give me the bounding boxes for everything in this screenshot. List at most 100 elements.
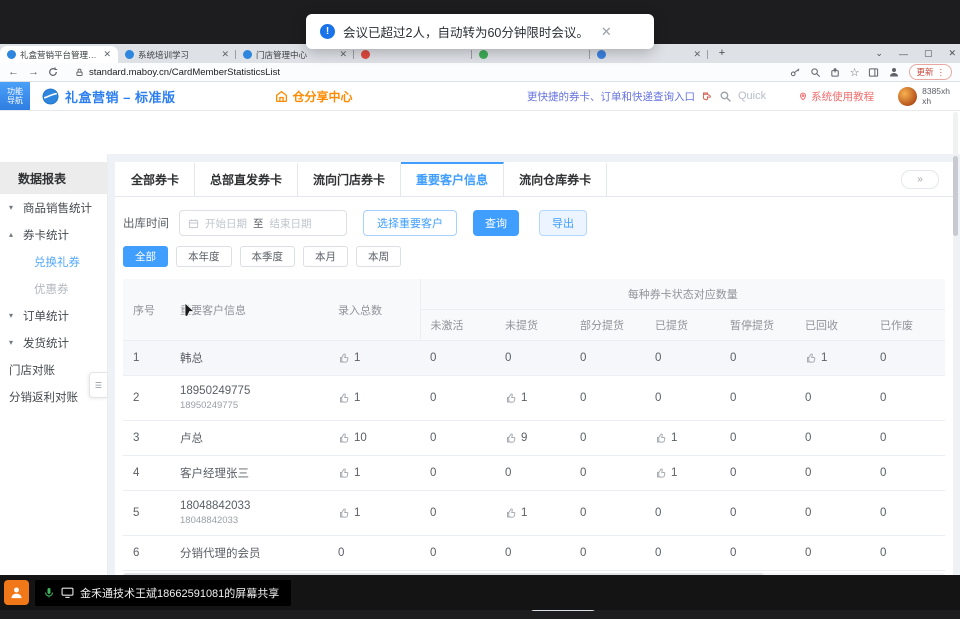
app-logo-icon <box>42 88 59 105</box>
tab-search-icon[interactable]: ⌄ <box>875 48 883 59</box>
cell-total: 1 <box>328 341 420 376</box>
hand-link-icon[interactable] <box>338 467 350 479</box>
content-tab-4[interactable]: 流向仓库券卡 <box>504 162 607 196</box>
quick-filter-3[interactable]: 本月 <box>303 246 348 267</box>
maximize-icon[interactable]: ▢ <box>924 48 933 59</box>
cell-customer: 分销代理的会员 <box>170 536 328 571</box>
table-row-6[interactable]: 6分销代理的会员00000000 <box>123 536 945 571</box>
share-icon[interactable] <box>830 67 841 78</box>
table-row-5[interactable]: 5180488420331804884203310100000 <box>123 491 945 536</box>
export-button[interactable]: 导出 <box>539 210 587 236</box>
table-row-7[interactable]: 7唐总2018101000 <box>123 571 945 572</box>
quick-filter-1[interactable]: 本年度 <box>176 246 232 267</box>
col-status-4: 暂停提货 <box>720 310 795 341</box>
customer-name[interactable]: 18048842033 <box>180 500 318 512</box>
hand-link-icon[interactable] <box>338 392 350 404</box>
cell-status-6: 0 <box>870 491 945 536</box>
hand-link-icon[interactable] <box>805 352 817 364</box>
app-title: 礼盒营销 – 标准版 <box>65 87 175 106</box>
vertical-scrollbar-thumb[interactable] <box>953 156 958 236</box>
cell-status-2: 0 <box>570 376 645 421</box>
table-row-3[interactable]: 3卢总100901000 <box>123 421 945 456</box>
quick-filter-0[interactable]: 全部 <box>123 246 168 267</box>
toolbar-actions: ☆ 更新 ⋮ <box>790 64 952 80</box>
new-tab-button[interactable]: + <box>714 46 730 62</box>
tab-close-icon[interactable]: ✕ <box>103 50 111 59</box>
cell-status-4: 0 <box>720 571 795 572</box>
content-tab-1[interactable]: 总部直发券卡 <box>195 162 298 196</box>
expand-button[interactable]: » <box>901 170 939 189</box>
customer-name[interactable]: 18950249775 <box>180 385 318 397</box>
share-center-link[interactable]: 仓分享中心 <box>275 88 352 105</box>
quick-entry-text[interactable]: 更快捷的券卡、订单和快递查询入口 <box>527 89 695 104</box>
back-icon[interactable]: ← <box>8 67 19 78</box>
customer-name[interactable]: 分销代理的会员 <box>180 545 318 561</box>
reload-icon[interactable] <box>48 67 58 77</box>
tab-close-icon[interactable]: ✕ <box>693 50 701 59</box>
key-icon[interactable] <box>790 67 801 78</box>
content-tab-2[interactable]: 流向门店券卡 <box>298 162 401 196</box>
quick-filter-2[interactable]: 本季度 <box>240 246 296 267</box>
vertical-scrollbar[interactable] <box>953 112 958 571</box>
address-bar[interactable]: standard.maboy.cn/CardMemberStatisticsLi… <box>75 67 781 78</box>
url-text: standard.maboy.cn/CardMemberStatisticsLi… <box>89 67 280 78</box>
table-row-2[interactable]: 2189502497751895024977510100000 <box>123 376 945 421</box>
tab-close-icon[interactable]: ✕ <box>339 50 347 59</box>
customer-name[interactable]: 韩总 <box>180 350 318 366</box>
function-nav-toggle[interactable]: 功能导航 <box>0 82 30 110</box>
user-menu[interactable]: 8385xhxh <box>898 86 950 106</box>
profile-icon[interactable] <box>888 66 900 78</box>
sidebar-item-3[interactable]: 优惠券 <box>0 275 107 302</box>
customer-stats-table: 序号重要客户信息录入总数每种券卡状态对应数量未激活未提货部分提货已提货暂停提货已… <box>123 279 945 571</box>
quick-search-icon[interactable] <box>719 90 732 103</box>
tab-close-icon[interactable]: ✕ <box>221 50 229 59</box>
hand-link-icon[interactable] <box>505 432 517 444</box>
sidebar-item-4[interactable]: ▾订单统计 <box>0 302 107 329</box>
zoom-icon[interactable] <box>810 67 821 78</box>
quick-filter-row: 全部本年度本季度本月本周 <box>123 246 945 267</box>
content-tab-0[interactable]: 全部券卡 <box>115 162 195 196</box>
menu-dots-icon[interactable]: ⋮ <box>937 67 946 78</box>
cell-status-1: 1 <box>495 571 570 572</box>
cell-status-6: 0 <box>870 376 945 421</box>
cell-status-4: 0 <box>720 376 795 421</box>
browser-tab-1[interactable]: 系统培训学习✕ <box>118 46 236 63</box>
customer-name[interactable]: 客户经理张三 <box>180 465 318 481</box>
quick-filter-4[interactable]: 本周 <box>356 246 401 267</box>
hand-link-icon[interactable] <box>505 507 517 519</box>
hand-link-icon[interactable] <box>655 432 667 444</box>
cell-customer: 1804884203318048842033 <box>170 491 328 536</box>
sidebar-item-1[interactable]: ▴券卡统计 <box>0 221 107 248</box>
content-tab-3[interactable]: 重要客户信息 <box>401 162 504 196</box>
table-row-1[interactable]: 1韩总10000010 <box>123 341 945 376</box>
customer-name[interactable]: 卢总 <box>180 430 318 446</box>
select-customer-button[interactable]: 选择重要客户 <box>363 210 457 236</box>
user-avatar <box>898 87 917 106</box>
cell-status-2: 0 <box>570 571 645 572</box>
date-range-input[interactable]: 开始日期 至 结束日期 <box>179 210 347 236</box>
screen-share-bar: 金禾通技术王斌18662591081的屏幕共享 <box>0 575 960 610</box>
minimize-icon[interactable]: — <box>899 49 908 59</box>
browser-tab-0[interactable]: 礼盒营销平台管理中心✕ <box>0 46 118 63</box>
sidebar-item-5[interactable]: ▾发货统计 <box>0 329 107 356</box>
side-panel-icon[interactable] <box>868 67 879 78</box>
cell-customer: 1895024977518950249775 <box>170 376 328 421</box>
hand-link-icon[interactable] <box>655 467 667 479</box>
hand-link-icon[interactable] <box>505 392 517 404</box>
close-window-icon[interactable]: ✕ <box>948 48 956 59</box>
forward-icon[interactable]: → <box>28 67 39 78</box>
chevron-up-icon: ▴ <box>9 230 18 239</box>
search-button[interactable]: 查询 <box>473 210 519 236</box>
hand-link-icon[interactable] <box>338 352 350 364</box>
sidebar-collapse-handle[interactable]: ☰ <box>89 372 107 398</box>
cell-status-2: 0 <box>570 456 645 491</box>
bookmark-star-icon[interactable]: ☆ <box>850 66 860 79</box>
sidebar-item-2[interactable]: 兑换礼券 <box>0 248 107 275</box>
toast-close-icon[interactable]: ✕ <box>601 24 612 40</box>
hand-link-icon[interactable] <box>338 432 350 444</box>
tutorial-link[interactable]: 系统使用教程 <box>798 89 874 104</box>
hand-link-icon[interactable] <box>338 507 350 519</box>
table-row-4[interactable]: 4客户经理张三10001000 <box>123 456 945 491</box>
browser-update-button[interactable]: 更新 ⋮ <box>909 64 952 80</box>
sidebar-item-0[interactable]: ▾商品销售统计 <box>0 194 107 221</box>
